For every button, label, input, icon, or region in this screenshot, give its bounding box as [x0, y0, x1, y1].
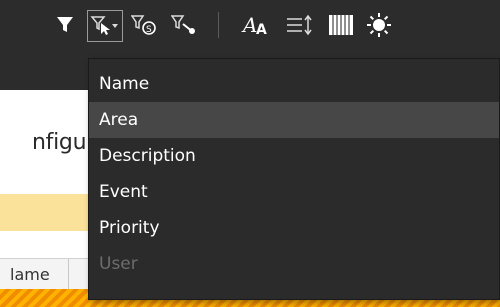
svg-text:A: A [256, 22, 267, 37]
svg-text:A: A [241, 13, 257, 37]
filter-settings-icon[interactable]: S [130, 10, 160, 40]
menu-item-user: User [99, 254, 138, 274]
filter-select-dropdown-icon[interactable] [87, 10, 123, 42]
filter-wrench-icon[interactable] [170, 10, 200, 40]
column-divider [68, 259, 69, 289]
font-size-icon[interactable]: A A [240, 10, 274, 40]
columns-icon[interactable] [326, 10, 356, 40]
line-spacing-icon[interactable] [284, 10, 314, 40]
filter-icon[interactable] [52, 10, 78, 40]
brightness-icon[interactable] [364, 10, 394, 40]
menu-item-area[interactable]: Area [89, 102, 499, 138]
filter-field-dropdown-menu: Name Area Description Event Priority Use… [88, 58, 500, 300]
menu-item-name[interactable]: Name [89, 66, 499, 102]
menu-item-description[interactable]: Description [89, 138, 499, 174]
menu-item-event[interactable]: Event [89, 174, 499, 210]
menu-item-priority[interactable]: Priority [89, 210, 499, 246]
column-header-name[interactable]: lame [10, 265, 50, 284]
svg-text:S: S [146, 25, 152, 35]
toolbar-separator [218, 12, 219, 38]
page-title: nfigu [32, 130, 87, 155]
